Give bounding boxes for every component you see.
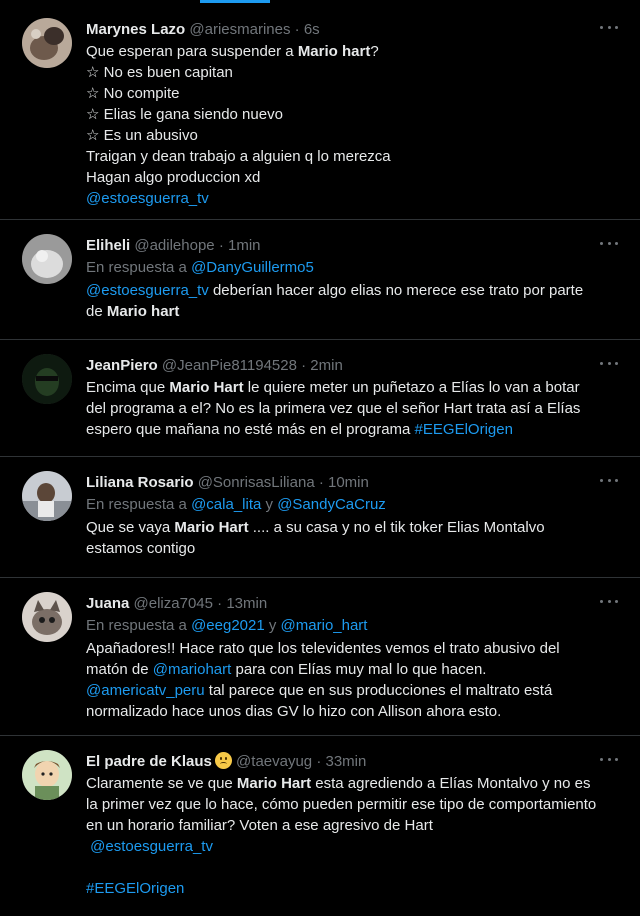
active-tab-indicator [200,0,270,3]
timestamp[interactable]: 13min [226,595,267,612]
text-line: Hagan algo produccion xd [86,169,261,186]
mention-link[interactable]: @estoesguerra_tv [86,282,209,299]
more-options-icon[interactable] [600,477,618,483]
user-handle[interactable]: @SonrisasLiliana [198,474,315,491]
display-name[interactable]: Eliheli [86,237,130,254]
reply-mention[interactable]: @SandyCaCruz [277,496,386,513]
tweet[interactable]: Liliana Rosario @SonrisasLiliana · 10min… [0,457,640,578]
tweet-text: Que se vaya Mario Hart .... a su casa y … [86,517,598,559]
tweet-feed: Marynes Lazo @ariesmarines · 6s Que espe… [0,4,640,916]
separator: · [318,474,324,491]
user-handle[interactable]: @taevayug [236,753,312,770]
reply-mention[interactable]: @cala_lita [191,496,261,513]
tweet-header: Eliheli @adilehope · 1min [86,236,598,255]
text-line: Traigan y dean trabajo a alguien q lo me… [86,148,391,165]
separator: · [217,595,223,612]
bold-keyword: Mario Hart [169,379,244,396]
reply-mention[interactable]: @DanyGuillermo5 [191,259,314,276]
text-span: Que se vaya [86,519,175,536]
timestamp[interactable]: 33min [326,753,367,770]
tweet-header: El padre de Klaus @taevayug · 33min [86,752,598,771]
avatar[interactable] [22,750,72,800]
reply-prefix: En respuesta a [86,617,192,634]
reply-context: En respuesta a @DanyGuillermo5 [86,257,598,278]
tweet-header: Juana @eliza7045 · 13min [86,594,598,613]
separator: · [218,237,224,254]
tweet-text: @estoesguerra_tv deberían hacer algo eli… [86,280,598,322]
tweet-header: JeanPiero @JeanPie81194528 · 2min [86,356,598,375]
mention-link[interactable]: @estoesguerra_tv [86,190,209,207]
text-line: ☆ Elias le gana siendo nuevo [86,106,283,123]
tweet-text: Encima que Mario Hart le quiere meter un… [86,377,598,440]
sad-face-icon [214,752,232,769]
timestamp[interactable]: 6s [304,21,320,38]
avatar[interactable] [22,592,72,642]
display-name[interactable]: Marynes Lazo [86,21,185,38]
tweet-text: Claramente se ve que Mario Hart esta agr… [86,773,598,899]
timestamp[interactable]: 10min [328,474,369,491]
reply-context: En respuesta a @eeg2021 y @mario_hart [86,615,598,636]
tweet[interactable]: JeanPiero @JeanPie81194528 · 2min Encima… [0,340,640,457]
user-handle[interactable]: @JeanPie81194528 [162,357,297,374]
tweet-text: Apañadores!! Hace rato que los televiden… [86,638,598,722]
more-options-icon[interactable] [600,756,618,762]
text-span: para con Elías muy mal lo que hacen. [231,661,487,678]
mention-link[interactable]: @estoesguerra_tv [90,838,213,855]
avatar[interactable] [22,354,72,404]
tweet[interactable]: El padre de Klaus @taevayug · 33min Clar… [0,736,640,916]
user-handle[interactable]: @eliza7045 [134,595,213,612]
separator: · [316,753,322,770]
hashtag-link[interactable]: #EEGElOrigen [415,421,513,438]
reply-prefix: En respuesta a [86,496,192,513]
separator: · [301,357,307,374]
display-name[interactable]: Liliana Rosario [86,474,194,491]
tweet[interactable]: Juana @eliza7045 · 13min En respuesta a … [0,578,640,736]
display-name[interactable]: JeanPiero [86,357,158,374]
text-line: ☆ Es un abusivo [86,127,198,144]
tweet-text: Que esperan para suspender a Mario hart?… [86,41,598,209]
reply-conjunction: y [264,617,281,634]
avatar[interactable] [22,18,72,68]
reply-mention[interactable]: @eeg2021 [191,617,265,634]
avatar[interactable] [22,234,72,284]
more-options-icon[interactable] [600,360,618,366]
user-handle[interactable]: @ariesmarines [189,21,290,38]
more-options-icon[interactable] [600,240,618,246]
tweet-header: Marynes Lazo @ariesmarines · 6s [86,20,598,39]
more-options-icon[interactable] [600,24,618,30]
tweet[interactable]: Eliheli @adilehope · 1min En respuesta a… [0,220,640,340]
reply-mention[interactable]: @mario_hart [281,617,368,634]
user-handle[interactable]: @adilehope [134,237,214,254]
text-span: Claramente se ve que [86,775,237,792]
reply-context: En respuesta a @cala_lita y @SandyCaCruz [86,494,598,515]
text-line: ☆ No es buen capitan [86,64,233,81]
mention-link[interactable]: @americatv_peru [86,682,205,699]
bold-keyword: Mario Hart [174,519,249,536]
tweet[interactable]: Marynes Lazo @ariesmarines · 6s Que espe… [0,4,640,220]
display-name[interactable]: Juana [86,595,129,612]
reply-prefix: En respuesta a [86,259,192,276]
timestamp[interactable]: 2min [310,357,343,374]
text-line: ☆ No compite [86,85,180,102]
display-name[interactable]: El padre de Klaus [86,753,212,770]
hashtag-link[interactable]: #EEGElOrigen [86,880,184,897]
avatar[interactable] [22,471,72,521]
timestamp[interactable]: 1min [228,237,261,254]
text-span: Encima que [86,379,170,396]
more-options-icon[interactable] [600,598,618,604]
tweet-header: Liliana Rosario @SonrisasLiliana · 10min [86,473,598,492]
bold-keyword: Mario hart [297,43,371,60]
bold-keyword: Mario hart [106,303,180,320]
text-span: ? [370,43,379,60]
separator: · [294,21,300,38]
text-span: Que esperan para suspender a [86,43,298,60]
mention-link[interactable]: @mariohart [153,661,232,678]
bold-keyword: Mario Hart [236,775,312,792]
reply-conjunction: y [261,496,278,513]
